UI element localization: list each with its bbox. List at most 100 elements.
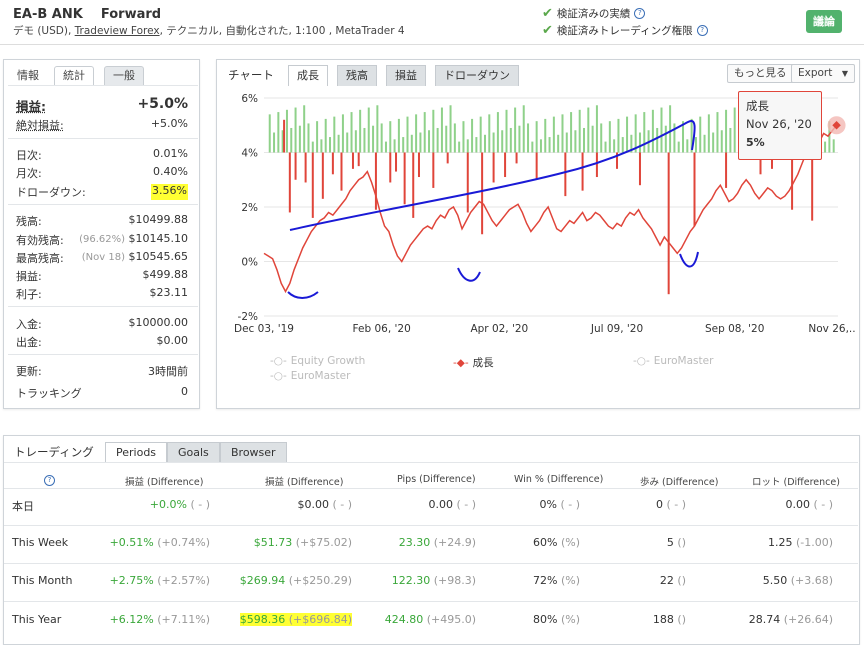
gain-bar [384, 141, 387, 153]
gain-bar [617, 118, 620, 153]
gain-value: +6.12% [109, 613, 154, 626]
export-label: Export [798, 67, 833, 79]
gain-bar [539, 139, 542, 153]
col-header-profit[interactable]: 損益 (Difference) [265, 474, 343, 488]
gain-bar [509, 127, 512, 153]
gain-bar [686, 139, 689, 153]
trading-title: トレーディング [14, 445, 94, 459]
trades-diff: ( - ) [666, 498, 686, 511]
loss-bar [535, 152, 538, 180]
win-value: 80% [533, 613, 558, 626]
tab-profit[interactable]: 損益 [386, 65, 426, 86]
tab-stats[interactable]: 統計 [54, 66, 94, 85]
stat-label: 残高: [16, 215, 42, 228]
loss-bar [357, 152, 360, 167]
divider [8, 85, 198, 86]
gain-bar [419, 132, 422, 153]
profit-cell: $598.36 (+$696.84) [239, 613, 352, 626]
col-header-lots[interactable]: ロット (Difference) [752, 474, 840, 488]
tab-goals[interactable]: Goals [167, 442, 220, 463]
gain-bar [548, 137, 551, 153]
gain-bar [570, 112, 573, 153]
gain-bar [316, 121, 319, 153]
help-icon[interactable]: ? [44, 475, 55, 486]
gain-bar [544, 118, 547, 153]
gain-bar [397, 118, 400, 153]
verified-track-label: 検証済みの実績 [556, 8, 631, 20]
gain-bar [341, 114, 344, 153]
trades-value: 188 [652, 613, 674, 626]
stat-drawdown: ドローダウン: 3.56% [16, 184, 188, 200]
y-tick-label: 6% [241, 93, 258, 105]
highest-date: (Nov 18) [81, 252, 125, 263]
gain-bar [440, 107, 443, 153]
tab-periods[interactable]: Periods [105, 442, 168, 463]
help-icon[interactable]: ? [634, 8, 646, 19]
profit-cell: $0.00 ( - ) [297, 498, 352, 511]
gain-bar [824, 141, 827, 153]
legend-line-icon: -○- [270, 355, 287, 367]
gain-bar [595, 105, 598, 153]
col-header-trades[interactable]: 歩み (Difference) [640, 474, 718, 488]
stat-equity: 有効残高: (96.62%) $10145.10 [16, 232, 188, 248]
stat-balance: 残高: $10499.88 [16, 213, 188, 229]
stat-label: 損益: [16, 99, 46, 114]
broker-link[interactable]: Tradeview Forex [75, 25, 160, 37]
stat-deposits: 入金: $10000.00 [16, 316, 188, 332]
gain-bar [574, 130, 577, 153]
gain-bar [428, 130, 431, 153]
stat-label: 有効残高: [16, 234, 64, 247]
period-cell: 本日 [12, 500, 34, 513]
gain-bar [350, 112, 353, 153]
x-tick-label: Apr 02, '20 [470, 323, 528, 335]
pips-cell: 0.00 ( - ) [428, 498, 476, 511]
more-button[interactable]: もっと見る [727, 64, 794, 83]
gain-cell: +2.75% (+2.57%) [110, 574, 210, 587]
lots-value: 1.25 [767, 536, 793, 549]
stat-value: $10145.10 [128, 232, 189, 245]
gain-bar [466, 139, 469, 153]
tab-general[interactable]: 一般 [104, 66, 144, 85]
tab-drawdown[interactable]: ドローダウン [435, 65, 519, 86]
help-icon[interactable]: ? [696, 25, 708, 36]
legend-item[interactable]: -○- Equity Growth [270, 355, 365, 367]
col-header-win[interactable]: Win % (Difference) [514, 474, 603, 485]
gain-bar [518, 125, 521, 153]
y-tick-label: 4% [241, 148, 258, 160]
divider [4, 601, 858, 602]
gain-bar [561, 114, 564, 153]
loss-bar [304, 152, 307, 183]
divider [4, 488, 858, 489]
tab-growth[interactable]: 成長 [288, 65, 328, 86]
check-icon: ✔ [542, 6, 553, 21]
col-header-pips[interactable]: Pips (Difference) [397, 474, 476, 485]
profit-cell: $51.73 (+$75.02) [254, 536, 352, 549]
legend-item[interactable]: -○- EuroMaster [633, 355, 713, 367]
dip-annotation [457, 267, 481, 282]
gain-bar [712, 132, 715, 153]
tab-info[interactable]: 情報 [8, 66, 48, 85]
export-button[interactable]: Export ▼ [791, 64, 855, 83]
lots-cell: 28.74 (+26.64) [749, 613, 833, 626]
discuss-button[interactable]: 議論 [806, 10, 842, 33]
pips-value: 23.30 [398, 536, 431, 549]
lots-diff: (-1.00) [795, 536, 833, 549]
gain-bar [372, 125, 375, 153]
loss-bar [466, 152, 469, 213]
gain-bar [608, 121, 611, 153]
tab-balance[interactable]: 残高 [337, 65, 377, 86]
col-header-gain[interactable]: 損益 (Difference) [125, 474, 203, 488]
loss-bar [725, 152, 728, 188]
tab-browser[interactable]: Browser [220, 442, 287, 463]
gain-bar [307, 123, 310, 153]
profit-value: $598.36 [239, 613, 286, 626]
verified-trading-privileges: ✔ 検証済みトレーディング権限 ? [542, 23, 708, 38]
legend-item[interactable]: -◆- 成長 [453, 355, 494, 370]
x-tick-label: Sep 08, '20 [705, 323, 764, 335]
lots-cell: 1.25 (-1.00) [768, 536, 833, 549]
chevron-down-icon: ▼ [841, 69, 848, 78]
gain-value: +0.51% [109, 536, 154, 549]
legend-item[interactable]: -○- EuroMaster [270, 370, 350, 382]
loss-bar [693, 152, 696, 227]
gain-bar [415, 114, 418, 153]
